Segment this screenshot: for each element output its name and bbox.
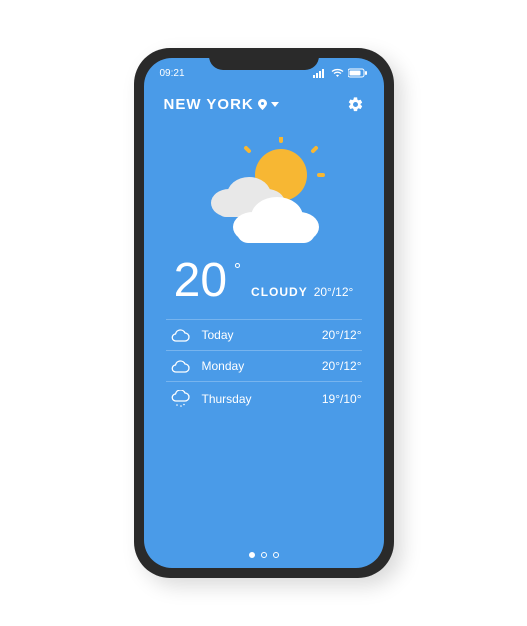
weather-hero-icon [144, 137, 384, 247]
forecast-day: Today [202, 328, 322, 342]
forecast-high-low: 20°/12° [322, 359, 362, 373]
battery-icon [348, 68, 368, 78]
cloud-icon [166, 328, 194, 342]
wifi-icon [331, 68, 344, 78]
page-dot[interactable] [249, 552, 255, 558]
forecast-day: Thursday [202, 392, 322, 406]
status-time: 09:21 [160, 68, 185, 79]
current-condition: CLOUDY [251, 285, 308, 299]
forecast-day: Monday [202, 359, 322, 373]
forecast-row[interactable]: Thursday 19°/10° [166, 381, 362, 416]
phone-frame: 09:21 [134, 48, 394, 578]
cellular-icon [313, 68, 327, 78]
app-header: NEW YORK [144, 82, 384, 119]
chevron-down-icon [271, 102, 279, 108]
degree-symbol: ° [234, 261, 241, 279]
current-temperature: 20° [174, 257, 227, 305]
page-indicator[interactable] [144, 552, 384, 558]
page-dot[interactable] [273, 552, 279, 558]
forecast-high-low: 20°/12° [322, 328, 362, 342]
forecast-row[interactable]: Today 20°/12° [166, 319, 362, 350]
location-pin-icon [258, 99, 267, 110]
page-dot[interactable] [261, 552, 267, 558]
forecast-list: Today 20°/12° Monday 20°/12° Thursday 19… [144, 319, 384, 416]
location-selector[interactable]: NEW YORK [164, 96, 279, 113]
weather-app-screen: 09:21 [144, 58, 384, 568]
notch [209, 48, 319, 70]
forecast-high-low: 19°/10° [322, 392, 362, 406]
current-high-low: 20°/12° [314, 285, 354, 299]
forecast-row[interactable]: Monday 20°/12° [166, 350, 362, 381]
gear-icon[interactable] [347, 96, 364, 113]
status-icons [313, 68, 368, 78]
location-name: NEW YORK [164, 96, 254, 113]
rain-icon [166, 390, 194, 408]
cloud-icon [166, 359, 194, 373]
current-conditions: 20° CLOUDY 20°/12° [144, 257, 384, 305]
